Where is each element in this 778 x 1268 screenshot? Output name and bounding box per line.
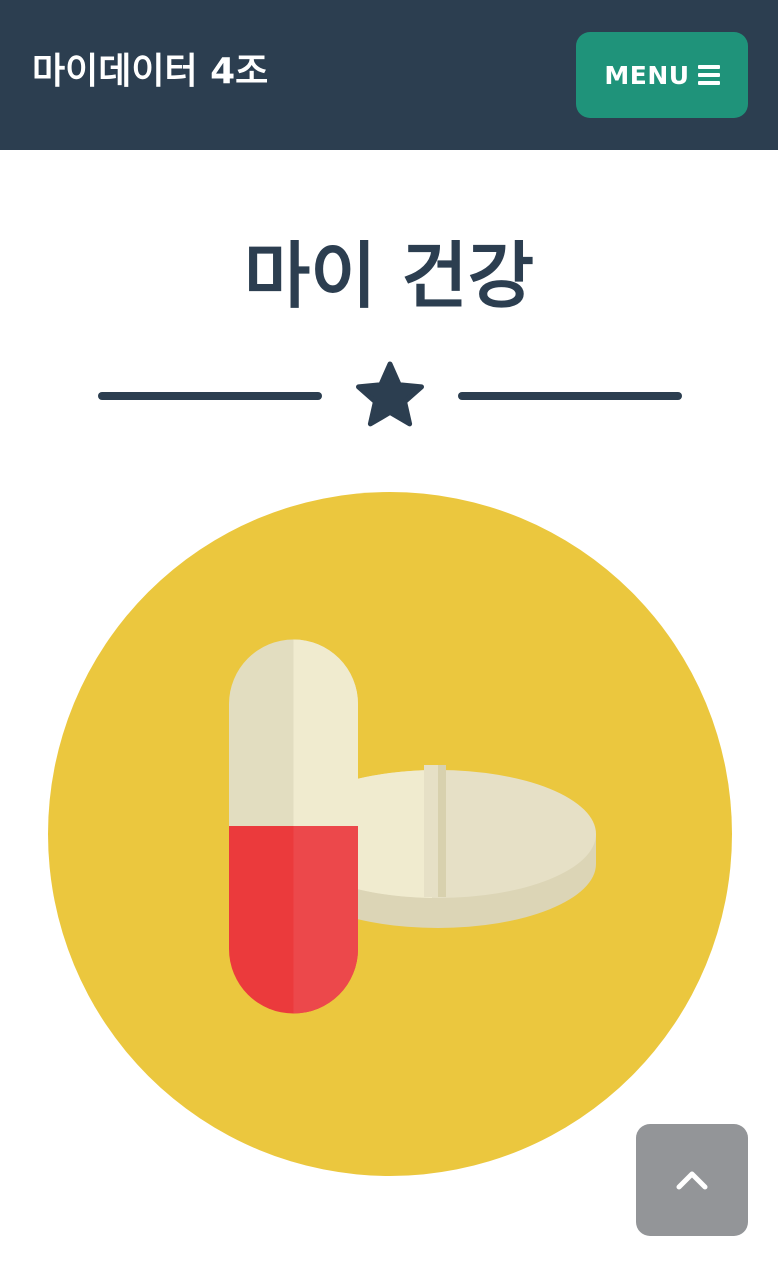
- page-title: 마이 건강: [243, 234, 535, 318]
- hamburger-icon: [697, 65, 720, 85]
- pills-icon: [48, 492, 732, 1176]
- chevron-up-icon: [676, 1171, 708, 1190]
- divider-line-left: [98, 392, 322, 400]
- menu-label: MENU: [604, 60, 690, 90]
- menu-button[interactable]: MENU: [576, 32, 748, 118]
- navbar: 마이데이터 4조 MENU: [0, 0, 778, 150]
- brand-title[interactable]: 마이데이터 4조: [32, 48, 268, 96]
- scroll-top-button[interactable]: [636, 1124, 748, 1236]
- divider-line-right: [458, 392, 682, 400]
- star-icon: [356, 361, 424, 427]
